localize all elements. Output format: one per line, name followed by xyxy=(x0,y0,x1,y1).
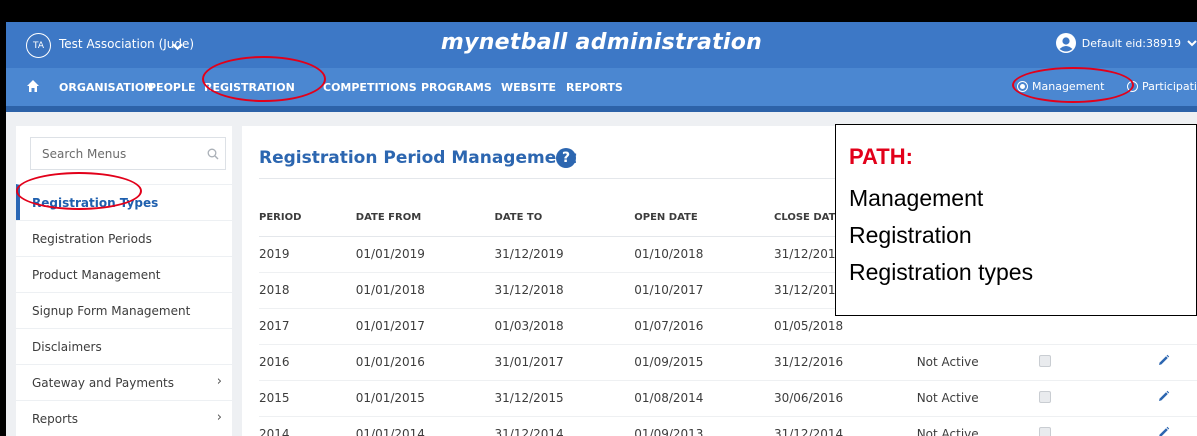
table-cell-open: 01/07/2016 xyxy=(634,308,774,345)
table-cell-to: 01/03/2018 xyxy=(494,308,635,345)
divider xyxy=(259,178,839,179)
mode-management-label: Management xyxy=(1032,80,1105,93)
search-box xyxy=(30,137,226,170)
user-menu[interactable]: Default eid:38919 xyxy=(1055,33,1197,53)
column-header-period[interactable]: PERIOD xyxy=(259,200,356,237)
main-nav: ORGANISATION PEOPLE REGISTRATION COMPETI… xyxy=(6,68,1197,106)
table-cell-from: 01/01/2017 xyxy=(355,308,495,345)
chevron-down-icon xyxy=(1187,40,1197,47)
table-cell-period: 2018 xyxy=(259,272,356,309)
sidebar-item-label: Registration Periods xyxy=(32,231,152,246)
sidebar-item-reports[interactable]: Reports › xyxy=(16,400,232,436)
sidebar-item-registration-periods[interactable]: Registration Periods xyxy=(16,220,232,256)
app-title: mynetball administration xyxy=(440,30,763,55)
table-row[interactable]: 2014 01/01/2014 31/12/2014 01/09/2013 31/12/… xyxy=(259,416,1197,436)
nav-people[interactable]: PEOPLE xyxy=(148,81,196,94)
table-cell-close: 31/12/2014 xyxy=(773,416,917,436)
sidebar-item-registration-types[interactable]: Registration Types xyxy=(16,184,232,220)
radio-selected-icon xyxy=(1017,81,1028,92)
top-bar: TA Test Association (Jude) mynetball adm… xyxy=(6,22,1197,68)
chevron-right-icon: › xyxy=(216,374,222,389)
table-cell-active xyxy=(1039,344,1158,381)
table-cell-close: 31/12/2016 xyxy=(773,344,917,381)
sidebar-item-label: Signup Form Management xyxy=(32,303,191,318)
sidebar-item-product-management[interactable]: Product Management xyxy=(16,256,232,292)
table-cell-period: 2016 xyxy=(259,344,356,381)
annotation-path-box: PATH: Management Registration Registrati… xyxy=(835,124,1197,316)
pencil-icon[interactable] xyxy=(1157,390,1170,403)
annotation-path-line: Registration xyxy=(849,222,972,248)
table-cell-edit xyxy=(1157,344,1197,381)
table-cell-status: Not Active xyxy=(916,344,1040,381)
table-cell-open: 01/10/2018 xyxy=(634,236,774,273)
column-header-date-from[interactable]: DATE FROM xyxy=(355,200,495,237)
sidebar-item-label: Reports xyxy=(32,411,79,426)
table-cell-edit xyxy=(1157,416,1197,436)
table-cell-from: 01/01/2015 xyxy=(355,380,495,417)
table-cell-status: Not Active xyxy=(916,380,1040,417)
table-cell-to: 31/12/2014 xyxy=(494,416,635,436)
table-row[interactable]: 2016 01/01/2016 31/01/2017 01/09/2015 31/12/… xyxy=(259,344,1197,381)
table-cell-period: 2014 xyxy=(259,416,356,436)
sidebar-item-label: Gateway and Payments xyxy=(32,375,175,390)
search-input[interactable] xyxy=(31,138,225,169)
mode-management-radio[interactable]: Management xyxy=(1017,80,1104,93)
table-cell-from: 01/01/2019 xyxy=(355,236,495,273)
column-header-open-date[interactable]: OPEN DATE xyxy=(634,200,774,237)
search-icon[interactable] xyxy=(207,148,219,160)
home-icon[interactable] xyxy=(26,79,40,93)
annotation-path-line: Management xyxy=(849,185,984,211)
sidebar-item-signup-form-management[interactable]: Signup Form Management xyxy=(16,292,232,328)
table-cell-open: 01/10/2017 xyxy=(634,272,774,309)
annotation-path-line: Registration types xyxy=(849,259,1034,285)
table-cell-active xyxy=(1039,416,1158,436)
user-icon xyxy=(1055,33,1076,53)
nav-reports[interactable]: REPORTS xyxy=(566,81,623,94)
user-label: Default eid:38919 xyxy=(1081,36,1181,50)
sidebar-item-label: Registration Types xyxy=(32,195,159,210)
radio-unselected-icon xyxy=(1127,81,1138,92)
table-cell-to: 31/12/2015 xyxy=(494,380,635,417)
sidebar-item-disclaimers[interactable]: Disclaimers xyxy=(16,328,232,364)
table-cell-to: 31/12/2018 xyxy=(494,272,635,309)
table-cell-active xyxy=(1039,380,1158,417)
pencil-icon[interactable] xyxy=(1157,426,1170,436)
table-cell-open: 01/09/2013 xyxy=(634,416,774,436)
table-cell-to: 31/01/2017 xyxy=(494,344,635,381)
table-cell-status: Not Active xyxy=(916,416,1040,436)
table-cell-period: 2019 xyxy=(259,236,356,273)
sidebar-item-label: Disclaimers xyxy=(32,339,102,354)
table-cell-open: 01/09/2015 xyxy=(634,344,774,381)
table-cell-open: 01/08/2014 xyxy=(634,380,774,417)
page-title: Registration Period Management xyxy=(259,148,577,168)
table-cell-period: 2017 xyxy=(259,308,356,345)
sidebar: Registration Types Registration Periods … xyxy=(16,126,232,436)
nav-competitions[interactable]: COMPETITIONS xyxy=(323,81,417,94)
mode-participation-label: Participatio xyxy=(1142,80,1197,93)
column-header-date-to[interactable]: DATE TO xyxy=(494,200,635,237)
table-cell-to: 31/12/2019 xyxy=(494,236,635,273)
table-cell-from: 01/01/2016 xyxy=(355,344,495,381)
nav-website[interactable]: WEBSITE xyxy=(501,81,556,94)
table-cell-edit xyxy=(1157,380,1197,417)
table-cell-from: 01/01/2018 xyxy=(355,272,495,309)
nav-registration[interactable]: REGISTRATION xyxy=(204,81,295,94)
help-icon[interactable]: ? xyxy=(556,148,576,168)
pencil-icon[interactable] xyxy=(1157,354,1170,367)
mode-participation-radio[interactable]: Participatio xyxy=(1127,80,1197,93)
table-cell-from: 01/01/2014 xyxy=(355,416,495,436)
annotation-path-label: PATH: xyxy=(849,144,913,169)
nav-organisation[interactable]: ORGANISATION xyxy=(59,81,153,94)
table-cell-period: 2015 xyxy=(259,380,356,417)
nav-programs[interactable]: PROGRAMS xyxy=(421,81,492,94)
active-checkbox[interactable] xyxy=(1039,390,1052,403)
active-checkbox[interactable] xyxy=(1039,354,1052,367)
active-checkbox[interactable] xyxy=(1039,426,1052,436)
nav-underbar xyxy=(6,106,1197,112)
chevron-right-icon: › xyxy=(216,410,222,425)
sidebar-item-label: Product Management xyxy=(32,267,161,282)
table-cell-close: 30/06/2016 xyxy=(773,380,917,417)
table-row[interactable]: 2015 01/01/2015 31/12/2015 01/08/2014 30/06/… xyxy=(259,380,1197,417)
sidebar-item-gateway-and-payments[interactable]: Gateway and Payments › xyxy=(16,364,232,400)
